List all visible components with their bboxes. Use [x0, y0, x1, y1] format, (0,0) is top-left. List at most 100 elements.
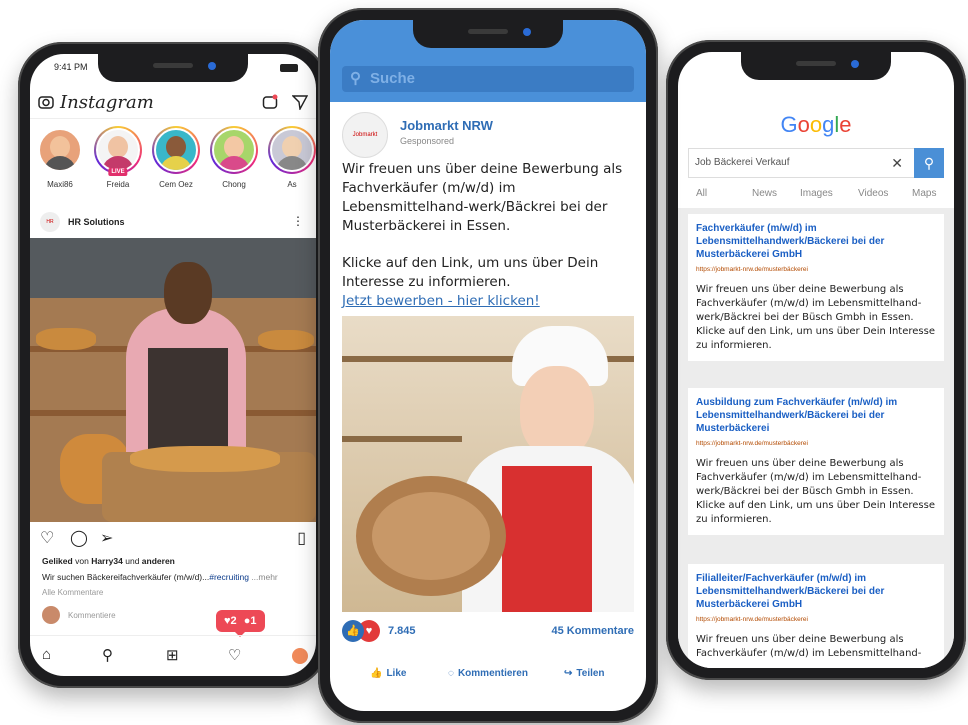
result-title[interactable]: Fachverkäufer (m/w/d) im Lebensmittelhan…	[696, 222, 936, 261]
story-item[interactable]: Chong	[210, 126, 258, 204]
heart-icon[interactable]: ♡	[40, 528, 54, 548]
tab-maps[interactable]: Maps	[912, 188, 936, 199]
live-badge: LIVE	[108, 168, 128, 176]
instagram-logo: Instagram	[60, 92, 154, 113]
post-action-bar: 👍 Like ◌ Kommentieren ↪ Teilen	[342, 664, 634, 688]
comment-icon[interactable]: ◯	[70, 528, 88, 548]
post-paragraph: Klicke auf den Link, um uns über Dein In…	[342, 255, 599, 290]
search-icon[interactable]: ⚲	[102, 646, 113, 664]
story-item[interactable]: As	[268, 126, 316, 204]
post-paragraph: Wir freuen uns über deine Bewerbung als …	[342, 161, 623, 234]
story-item[interactable]: LIVE Freida	[94, 126, 142, 204]
search-input[interactable]: ⚲ Suche	[342, 66, 634, 92]
phone-google: Google Job Bäckerei Verkauf ✕ ⚲ All News…	[666, 40, 966, 680]
comment-count[interactable]: 45 Kommentare	[551, 625, 634, 637]
igtv-icon[interactable]	[262, 94, 278, 110]
avatar	[154, 128, 198, 172]
page-name[interactable]: Jobmarkt NRW	[400, 118, 493, 133]
story-item[interactable]: Cem Oez	[152, 126, 200, 204]
story-name: Freida	[106, 180, 130, 189]
like-button[interactable]: 👍 Like	[370, 668, 406, 679]
instagram-screen: 9:41 PM Instagram Maxi86 LIVE Freida Cem…	[30, 54, 316, 676]
home-icon[interactable]: ⌂	[42, 646, 51, 663]
result-url: https://jobmarkt-nrw.de/musterbäckerei	[696, 266, 808, 273]
liked-by-word: von	[75, 556, 89, 566]
google-screen: Google Job Bäckerei Verkauf ✕ ⚲ All News…	[678, 52, 954, 668]
tab-all[interactable]: All	[696, 188, 707, 199]
search-icon: ⚲	[350, 70, 361, 87]
result-url: https://jobmarkt-nrw.de/musterbäckerei	[696, 616, 808, 623]
avatar	[270, 128, 314, 172]
liked-by-text: Geliked von Harry34 und anderen	[42, 556, 175, 566]
activity-heart-icon[interactable]: ♡	[228, 646, 241, 664]
reaction-summary: 👍 ♥ 7.845 45 Kommentare	[342, 620, 634, 644]
like-label: Like	[386, 668, 407, 679]
avatar	[42, 606, 60, 624]
post-image-baker-woman	[342, 316, 634, 612]
google-logo: Google	[780, 112, 852, 137]
share-label: Teilen	[576, 668, 605, 679]
results-area: Fachverkäufer (m/w/d) im Lebensmittelhan…	[678, 208, 954, 668]
story-name: Maxi86	[47, 180, 73, 189]
post-text: Wir freuen uns über deine Bewerbung als …	[342, 160, 634, 311]
comment-count: 1	[250, 615, 257, 627]
liked-and: und	[125, 556, 140, 566]
search-tabs: All News Images Videos Maps	[678, 184, 954, 208]
facebook-screen: ⚲ Suche Jobmarkt Jobmarkt NRW Gesponsore…	[330, 20, 646, 711]
liked-others[interactable]: anderen	[142, 556, 175, 566]
heart-count: 2	[230, 615, 237, 627]
result-title[interactable]: Ausbildung zum Fachverkäufer (m/w/d) im …	[696, 396, 936, 435]
avatar	[38, 128, 82, 172]
phone-notch	[98, 54, 248, 82]
activity-notification[interactable]: ♥2 ●1	[216, 610, 265, 632]
search-result: Ausbildung zum Fachverkäufer (m/w/d) im …	[688, 388, 944, 535]
liked-user[interactable]: Harry34	[91, 556, 123, 566]
post-caption: Wir suchen Bäckereifachverkäufer (m/w/d)…	[42, 572, 302, 582]
search-result: Filialleiter/Fachverkäufer (m/w/d) im Le…	[688, 564, 944, 668]
liked-label: Geliked	[42, 556, 73, 566]
battery-icon	[280, 64, 298, 72]
result-title[interactable]: Filialleiter/Fachverkäufer (m/w/d) im Le…	[696, 572, 936, 611]
apply-link[interactable]: Jetzt bewerben - hier klicken!	[342, 293, 540, 309]
more-options-icon[interactable]: ⋮	[292, 214, 304, 228]
story-name: Chong	[222, 180, 246, 189]
search-input[interactable]: Job Bäckerei Verkauf ✕ ⚲	[688, 148, 944, 178]
bottom-nav: ⌂ ⚲ ⊞ ♡	[30, 635, 316, 676]
comment-button[interactable]: ◌ Kommentieren	[448, 668, 528, 679]
comment-bubble-icon: ◌	[448, 668, 454, 679]
post-header: HR HR Solutions ⋮	[30, 208, 316, 236]
status-time: 9:41 PM	[54, 62, 88, 72]
share-arrow-icon: ↪	[564, 668, 573, 679]
sponsored-label: Gesponsored	[400, 136, 455, 146]
story-name: Cem Oez	[159, 180, 193, 189]
direct-message-icon[interactable]	[292, 94, 308, 110]
more-link[interactable]: ...mehr	[251, 572, 277, 582]
comment-placeholder: Kommentiere	[68, 610, 116, 620]
share-icon[interactable]: ➢	[100, 528, 113, 548]
tab-videos[interactable]: Videos	[858, 188, 888, 199]
tab-news[interactable]: News	[752, 188, 777, 199]
reaction-count[interactable]: 7.845	[388, 625, 416, 637]
profile-avatar-icon[interactable]	[292, 648, 308, 664]
story-item[interactable]: Maxi86	[36, 126, 84, 204]
hashtag-link[interactable]: #recruiting	[209, 572, 249, 582]
bookmark-icon[interactable]: ▯	[297, 528, 306, 548]
comment-input[interactable]: Kommentiere	[42, 606, 116, 624]
add-post-icon[interactable]: ⊞	[166, 646, 179, 664]
post-account-name[interactable]: HR Solutions	[68, 217, 125, 227]
search-placeholder: Suche	[370, 70, 416, 87]
tab-images[interactable]: Images	[800, 188, 833, 199]
phone-notch	[741, 52, 891, 80]
share-button[interactable]: ↪ Teilen	[564, 668, 605, 679]
result-description: Wir freuen uns über deine Bewerbung als …	[696, 458, 935, 525]
all-comments-link[interactable]: Alle Kommentare	[42, 588, 103, 597]
page-avatar[interactable]: Jobmarkt	[342, 112, 388, 158]
thumbs-up-icon: 👍	[370, 668, 383, 679]
clear-icon[interactable]: ✕	[891, 149, 903, 177]
instagram-header: Instagram	[30, 88, 316, 119]
search-button[interactable]: ⚲	[914, 148, 944, 178]
post-image-baker	[30, 238, 316, 522]
camera-icon[interactable]	[38, 94, 54, 110]
search-result: Fachverkäufer (m/w/d) im Lebensmittelhan…	[688, 214, 944, 361]
account-avatar[interactable]: HR	[40, 212, 60, 232]
